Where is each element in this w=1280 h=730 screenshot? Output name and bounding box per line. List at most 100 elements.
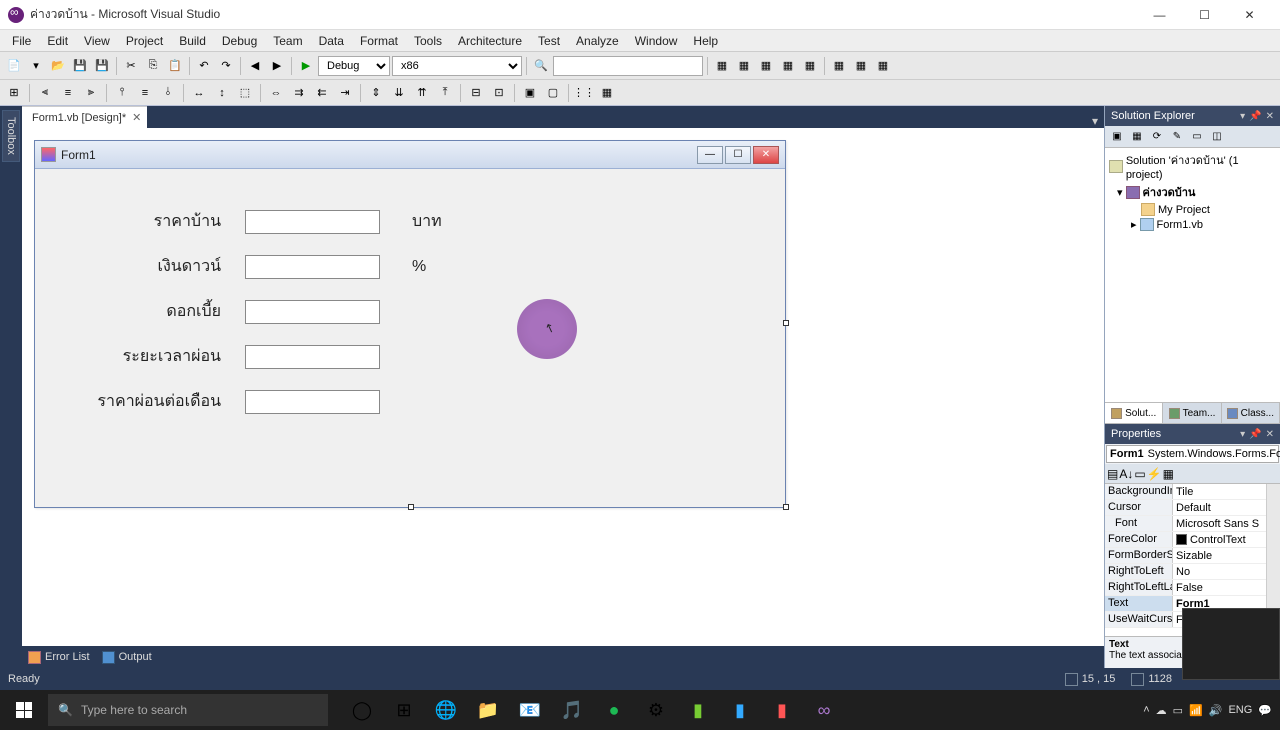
send-back-icon[interactable]: ▢ [543,83,563,103]
tb-ext1-icon[interactable]: ▦ [712,56,732,76]
resize-handle-icon[interactable] [408,504,414,510]
se-refresh-icon[interactable]: ⟳ [1148,129,1166,145]
find-combo[interactable] [553,56,703,76]
tray-notifications-icon[interactable]: 💬 [1258,704,1272,717]
same-height-icon[interactable]: ↕ [212,83,232,103]
same-size-icon[interactable]: ⬚ [235,83,255,103]
hspace-remove-icon[interactable]: ⇥ [335,83,355,103]
menu-format[interactable]: Format [352,32,406,50]
tb-ext6-icon[interactable]: ▦ [829,56,849,76]
prop-row[interactable]: RightToLeftNo [1105,564,1280,580]
vspace-inc-icon[interactable]: ⇊ [389,83,409,103]
resize-handle-icon[interactable] [783,504,789,510]
tray-lang[interactable]: ENG [1228,704,1252,716]
tabs-dropdown-icon[interactable]: ▾ [1086,114,1104,128]
menu-data[interactable]: Data [311,32,352,50]
textbox-price[interactable] [245,210,380,234]
hspace-equal-icon[interactable]: ⇔ [266,83,286,103]
cut-icon[interactable]: ✂ [121,56,141,76]
toolbox-tab[interactable]: Toolbox [2,110,20,162]
tree-project[interactable]: ▾ ค่างวดบ้าน [1107,182,1278,202]
system-tray[interactable]: ˄ ☁ ▭ 📶 🔊 ENG 💬 [1135,704,1280,717]
vspace-dec-icon[interactable]: ⇈ [412,83,432,103]
task-vs-icon[interactable]: ∞ [804,690,844,730]
label-price[interactable]: ราคาบ้าน [65,209,245,234]
menu-analyze[interactable]: Analyze [568,32,627,50]
menu-edit[interactable]: Edit [39,32,76,50]
tree-solution[interactable]: Solution 'ค่างวดบ้าน' (1 project) [1107,150,1278,182]
panel-dropdown-icon[interactable]: ▾ [1240,111,1245,122]
error-list-tab[interactable]: Error List [28,651,90,664]
prop-row[interactable]: FontMicrosoft Sans S [1105,516,1280,532]
find-icon[interactable]: 🔍 [531,56,551,76]
task-itunes-icon[interactable]: 🎵 [552,690,592,730]
prop-row[interactable]: ForeColorControlText [1105,532,1280,548]
tb-ext8-icon[interactable]: ▦ [873,56,893,76]
task-view-icon[interactable]: ⊞ [384,690,424,730]
tree-myproject[interactable]: My Project [1107,202,1278,217]
textbox-period[interactable] [245,345,380,369]
task-spotify-icon[interactable]: ● [594,690,634,730]
close-button[interactable]: ✕ [1227,0,1272,30]
tray-volume-icon[interactable]: 🔊 [1209,704,1223,717]
label-down[interactable]: เงินดาวน์ [65,254,245,279]
form-designer-surface[interactable]: Form1 — ☐ ✕ ราคาบ้าน บาท เงินดาวน์ % [22,128,1104,646]
props-alpha-icon[interactable]: A↓ [1119,467,1133,481]
paste-icon[interactable]: 📋 [165,56,185,76]
textbox-monthly[interactable] [245,390,380,414]
props-categorized-icon[interactable]: ▤ [1107,467,1118,481]
align-right-icon[interactable]: ⫸ [81,83,101,103]
tray-meet-icon[interactable]: ▭ [1173,704,1183,717]
task-edge-icon[interactable]: 🌐 [426,690,466,730]
panel-dropdown-icon[interactable]: ▾ [1240,429,1245,440]
align-grid-icon[interactable]: ⊞ [4,83,24,103]
hspace-dec-icon[interactable]: ⇇ [312,83,332,103]
add-item-icon[interactable]: ▾ [26,56,46,76]
task-app3-icon[interactable]: ▮ [762,690,802,730]
nav-fwd-icon[interactable]: ▶ [267,56,287,76]
prop-row[interactable]: BackgroundImTile [1105,484,1280,500]
tab-order-icon[interactable]: ⋮⋮ [574,83,594,103]
center-v-icon[interactable]: ⊡ [489,83,509,103]
redo-icon[interactable]: ↷ [216,56,236,76]
panel-pin-icon[interactable]: 📌 [1249,429,1261,440]
tb-ext7-icon[interactable]: ▦ [851,56,871,76]
platform-combo[interactable]: x86 [392,56,522,76]
label-monthly[interactable]: ราคาผ่อนต่อเดือน [65,389,245,414]
maximize-button[interactable]: ☐ [1182,0,1227,30]
menu-window[interactable]: Window [627,32,686,50]
bring-front-icon[interactable]: ▣ [520,83,540,103]
vspace-remove-icon[interactable]: ⤒ [435,83,455,103]
collapse-icon[interactable]: ▾ [1117,186,1123,199]
tab-close-icon[interactable]: ✕ [132,111,141,124]
align-middle-icon[interactable]: ≡ [135,83,155,103]
panel-pin-icon[interactable]: 📌 [1249,111,1261,122]
task-settings-icon[interactable]: ⚙ [636,690,676,730]
se-viewcode-icon[interactable]: ✎ [1168,129,1186,145]
vspace-equal-icon[interactable]: ⇕ [366,83,386,103]
tb-ext2-icon[interactable]: ▦ [734,56,754,76]
align-center-icon[interactable]: ≡ [58,83,78,103]
panel-close-icon[interactable]: ✕ [1266,111,1274,122]
task-app2-icon[interactable]: ▮ [720,690,760,730]
label-period[interactable]: ระยะเวลาผ่อน [65,344,245,369]
undo-icon[interactable]: ↶ [194,56,214,76]
nav-back-icon[interactable]: ◀ [245,56,265,76]
task-explorer-icon[interactable]: 📁 [468,690,508,730]
align-top-icon[interactable]: ⫯ [112,83,132,103]
prop-row[interactable]: FormBorderStySizable [1105,548,1280,564]
panel-close-icon[interactable]: ✕ [1266,429,1274,440]
start-debug-icon[interactable]: ▶ [296,56,316,76]
expand-icon[interactable]: ▸ [1131,218,1137,231]
tray-wifi-icon[interactable]: 📶 [1189,704,1203,717]
label-interest[interactable]: ดอกเบี้ย [65,299,245,324]
save-all-icon[interactable]: 💾 [92,56,112,76]
tab-class-view[interactable]: Class... [1222,403,1280,423]
tree-form1[interactable]: ▸ Form1.vb [1107,217,1278,232]
menu-debug[interactable]: Debug [214,32,265,50]
hspace-inc-icon[interactable]: ⇉ [289,83,309,103]
open-icon[interactable]: 📂 [48,56,68,76]
menu-architecture[interactable]: Architecture [450,32,530,50]
center-h-icon[interactable]: ⊟ [466,83,486,103]
task-mail-icon[interactable]: 📧 [510,690,550,730]
